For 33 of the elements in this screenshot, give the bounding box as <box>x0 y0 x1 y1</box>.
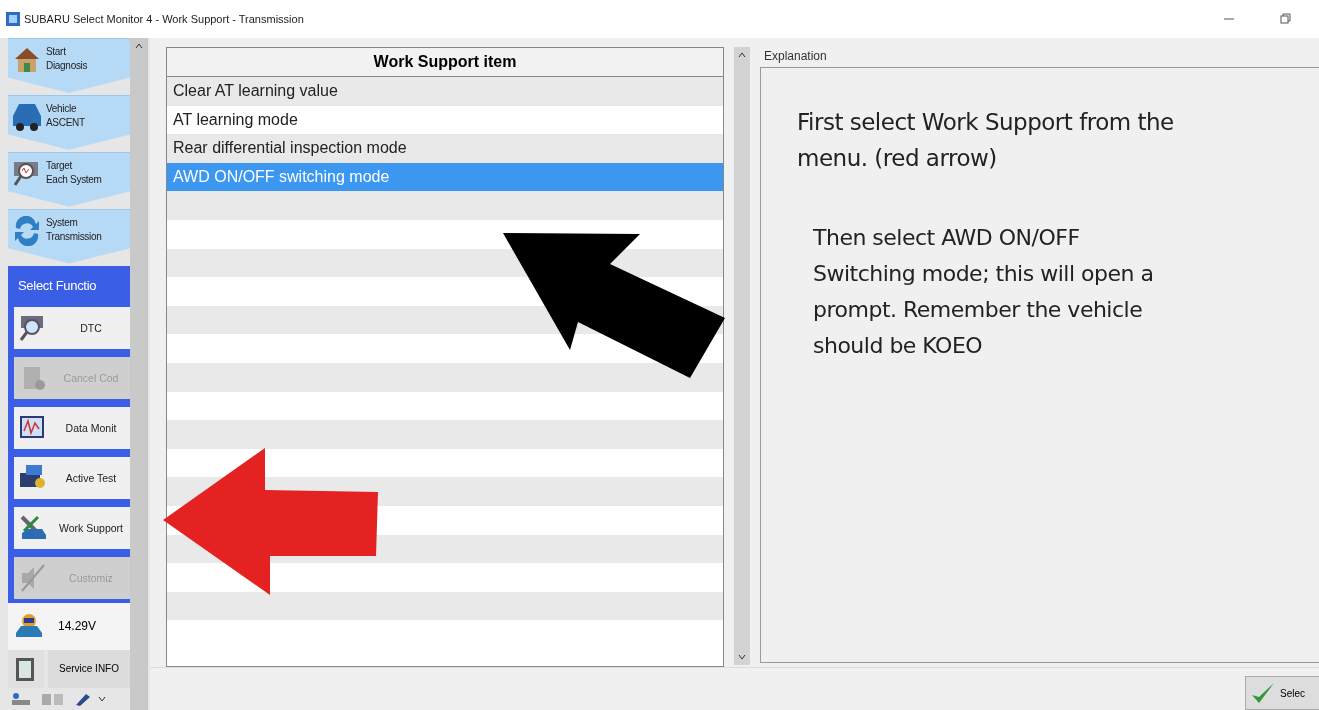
scrollbar[interactable] <box>734 47 750 665</box>
speaker-icon <box>18 562 48 593</box>
scrollbar[interactable] <box>130 38 148 710</box>
pen-icon[interactable] <box>74 692 92 706</box>
panel-title: Explanation <box>763 48 828 65</box>
step-button[interactable]: Vehicle ASCENT <box>8 94 130 150</box>
function-button[interactable]: Active Test <box>14 456 130 499</box>
chevron-down-icon[interactable] <box>98 695 106 703</box>
section-title: Select Functio <box>17 276 98 295</box>
list-row[interactable]: Clear AT learning value <box>167 77 723 106</box>
chevron-down-icon[interactable] <box>738 653 746 661</box>
explanation-text: First select Work Support from the menu. (red arrow) <box>797 108 1175 173</box>
arrows-icon <box>12 215 42 246</box>
select-button[interactable]: Selec <box>1245 676 1319 710</box>
car-icon <box>12 101 42 132</box>
window-title: SUBARU Select Monitor 4 - Work Support - Transmission <box>24 13 305 25</box>
explanation-text: Then select AWD ON/OFF Switching mode; this will open a prompt. Remember the vehicle should be KOEO <box>813 224 1155 360</box>
function-button[interactable]: Data Monit <box>14 406 130 449</box>
restore-icon[interactable] <box>1279 13 1291 25</box>
chevron-up-icon[interactable] <box>135 42 143 50</box>
step-button[interactable]: Start Diagnosis <box>8 38 130 93</box>
app-logo-icon <box>6 12 20 26</box>
checkmark-icon <box>1250 681 1276 705</box>
function-button[interactable]: DTC <box>14 306 130 349</box>
person-icon[interactable] <box>10 692 32 706</box>
function-button[interactable]: Work Support <box>14 506 130 549</box>
chevron-up-icon[interactable] <box>738 51 746 59</box>
list-row[interactable]: Rear differential inspection mode <box>167 134 723 163</box>
service-info-button[interactable]: Service INFO <box>48 650 130 688</box>
step-button[interactable]: System Transmission <box>8 208 130 264</box>
column-header: Work Support item <box>167 48 723 77</box>
step-button[interactable]: Target Each System <box>8 151 130 207</box>
voltage-reading: 14.29V <box>58 619 97 634</box>
